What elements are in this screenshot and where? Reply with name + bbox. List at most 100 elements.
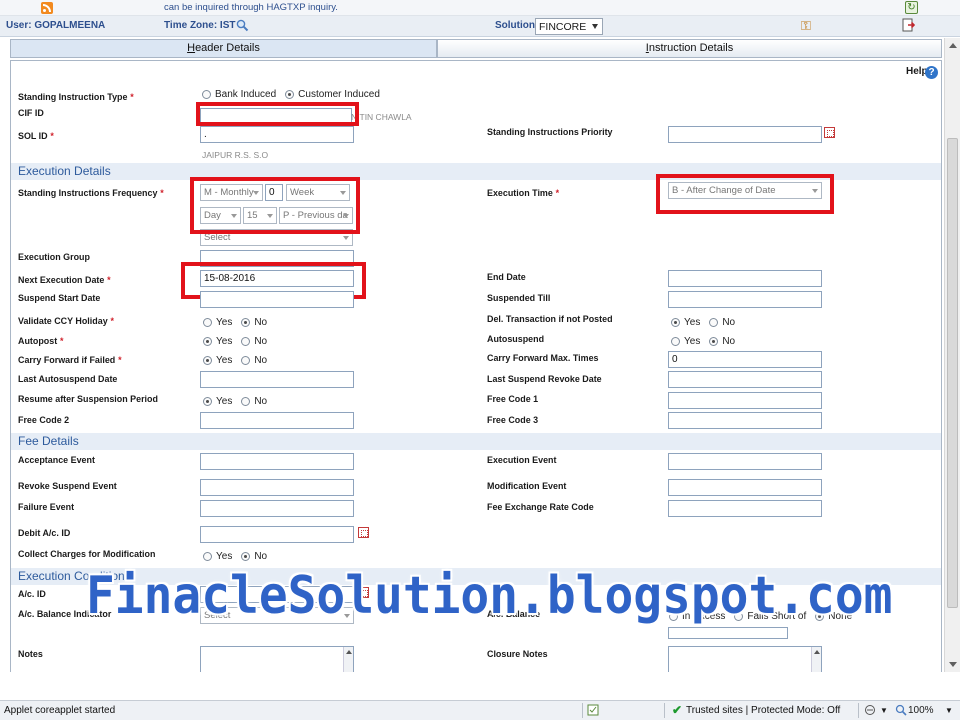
no-label: No <box>254 355 268 366</box>
no-label: No <box>722 317 736 328</box>
rss-icon[interactable] <box>41 2 53 14</box>
radio-del-yes[interactable] <box>671 318 680 327</box>
highlight-cif <box>196 102 359 126</box>
yes-label: Yes <box>684 336 701 347</box>
scroll-down-icon[interactable] <box>949 662 957 667</box>
banner-text: can be inquired through HAGTXP inquiry. <box>164 2 338 13</box>
tab-bar: Header Details Instruction Details <box>10 39 942 58</box>
yes-label: Yes <box>216 551 233 562</box>
last-autosuspend-date-input[interactable] <box>200 371 354 388</box>
resume-radio-group: Yes No <box>203 396 276 407</box>
carry-forward-max-label: Carry Forward Max. Times <box>487 353 599 364</box>
lookup-icon[interactable] <box>824 127 835 138</box>
si-priority-input[interactable] <box>668 126 822 143</box>
key-icon[interactable]: ⚿ <box>801 19 811 32</box>
end-date-input[interactable] <box>668 270 822 287</box>
no-label: No <box>254 551 268 562</box>
radio-collect-yes[interactable] <box>203 552 212 561</box>
vertical-scrollbar[interactable] <box>944 38 960 672</box>
carry-forward-max-input[interactable]: 0 <box>668 351 822 368</box>
radio-resume-yes[interactable] <box>203 397 212 406</box>
no-label: No <box>254 336 268 347</box>
si-priority-label: Standing Instructions Priority <box>487 127 613 138</box>
radio-bank-induced[interactable] <box>202 90 211 99</box>
free-code-2-label: Free Code 2 <box>18 415 70 426</box>
chevron-down-icon[interactable]: ▼ <box>880 706 892 718</box>
free-code-2-input[interactable] <box>200 412 354 429</box>
failure-event-input[interactable] <box>200 500 354 517</box>
autopost-radio-group: Yes No <box>203 336 276 347</box>
status-divider <box>664 703 665 718</box>
cif-id-label: CIF ID <box>18 108 44 119</box>
revoke-suspend-event-input[interactable] <box>200 479 354 496</box>
execution-event-input[interactable] <box>668 453 822 470</box>
scroll-up-icon[interactable] <box>949 43 957 48</box>
radio-del-no[interactable] <box>709 318 719 327</box>
customer-induced-label: Customer Induced <box>298 89 380 100</box>
no-label: No <box>254 317 268 328</box>
last-revoke-date-input[interactable] <box>668 371 822 388</box>
radio-validate-yes[interactable] <box>203 318 212 327</box>
notes-label: Notes <box>18 649 43 660</box>
trusted-check-icon: ✔ <box>672 703 683 717</box>
radio-autopost-no[interactable] <box>241 337 251 346</box>
radio-autosuspend-no[interactable] <box>709 337 719 346</box>
free-code-3-label: Free Code 3 <box>487 415 539 426</box>
solution-value: FINCORE <box>539 21 587 33</box>
collect-charges-label: Collect Charges for Modification <box>18 549 156 560</box>
help-icon[interactable]: ? <box>925 66 938 79</box>
bank-induced-label: Bank Induced <box>215 89 277 100</box>
status-text: Applet coreapplet started <box>4 705 116 716</box>
notes-textarea[interactable] <box>200 646 354 672</box>
closure-notes-label: Closure Notes <box>487 649 548 660</box>
suspend-start-date-input[interactable] <box>200 291 354 308</box>
yes-label: Yes <box>216 336 233 347</box>
execution-time-label: Execution Time * <box>487 188 560 199</box>
radio-carry-yes[interactable] <box>203 356 212 365</box>
protected-mode-icon[interactable] <box>864 704 876 716</box>
closure-notes-textarea[interactable] <box>668 646 822 672</box>
last-autosuspend-date-label: Last Autosuspend Date <box>18 374 118 385</box>
fee-exchange-rate-input[interactable] <box>668 500 822 517</box>
yes-label: Yes <box>216 355 233 366</box>
sol-id-input[interactable]: . <box>200 126 354 143</box>
exit-icon[interactable] <box>902 18 915 33</box>
scroll-thumb[interactable] <box>947 138 958 608</box>
tab-header-details[interactable]: Header Details <box>10 39 437 58</box>
radio-carry-no[interactable] <box>241 356 251 365</box>
timezone-label: Time Zone: IST <box>164 20 236 31</box>
acceptance-event-input[interactable] <box>200 453 354 470</box>
radio-collect-no[interactable] <box>241 552 251 561</box>
modification-event-input[interactable] <box>668 479 822 496</box>
notes-scrollbar[interactable] <box>343 647 353 672</box>
radio-customer-induced[interactable] <box>285 90 295 99</box>
free-code-1-input[interactable] <box>668 392 822 409</box>
closure-notes-scrollbar[interactable] <box>811 647 821 672</box>
status-bar: Applet coreapplet started ✔ Trusted site… <box>0 700 960 720</box>
security-zone-text[interactable]: Trusted sites | Protected Mode: Off <box>686 705 840 716</box>
radio-validate-no[interactable] <box>241 318 251 327</box>
radio-autopost-yes[interactable] <box>203 337 212 346</box>
debit-account-input[interactable] <box>200 526 354 543</box>
suspended-till-input[interactable] <box>668 291 822 308</box>
zoom-icon[interactable] <box>895 704 907 716</box>
chevron-down-icon[interactable]: ▼ <box>945 706 957 718</box>
tab-instruction-details[interactable]: Instruction Details <box>437 39 942 58</box>
fee-exchange-rate-label: Fee Exchange Rate Code <box>487 502 594 513</box>
solution-select[interactable]: FINCORE <box>535 18 603 35</box>
del-transaction-label: Del. Transaction if not Posted <box>487 314 613 325</box>
account-balance-amount-input[interactable] <box>668 627 788 639</box>
top-strip: can be inquired through HAGTXP inquiry. … <box>0 0 960 16</box>
no-label: No <box>722 336 736 347</box>
search-icon[interactable] <box>236 19 249 32</box>
free-code-3-input[interactable] <box>668 412 822 429</box>
radio-resume-no[interactable] <box>241 397 251 406</box>
refresh-icon[interactable]: ↻ <box>905 1 918 14</box>
section-fee-details: Fee Details <box>11 433 941 450</box>
chevron-down-icon <box>592 24 598 29</box>
lookup-icon[interactable] <box>358 527 369 538</box>
zoom-level[interactable]: 100% <box>908 705 934 716</box>
resume-after-suspension-label: Resume after Suspension Period <box>18 394 158 405</box>
radio-autosuspend-yes[interactable] <box>671 337 680 346</box>
sol-id-label: SOL ID * <box>18 131 54 142</box>
